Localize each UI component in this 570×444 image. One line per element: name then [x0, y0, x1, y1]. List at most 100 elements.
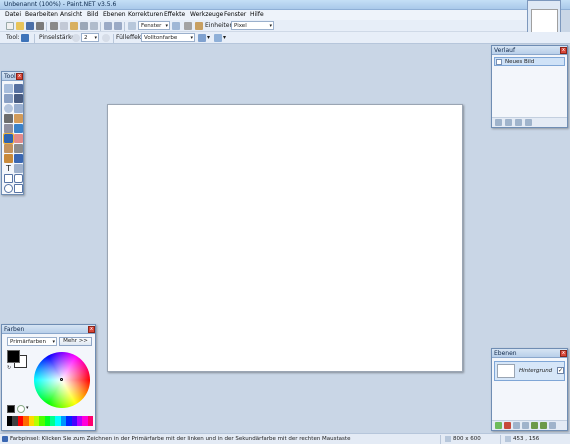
chevron-down-icon[interactable]: ▾: [207, 34, 210, 41]
palette-swatch[interactable]: [87, 416, 93, 426]
pan-icon[interactable]: [14, 114, 23, 123]
layers-panel: Ebenen x Hintergrund ✓: [491, 348, 568, 431]
palette-select-value: Primärfarben: [10, 339, 46, 345]
lasso-icon[interactable]: [4, 94, 13, 103]
close-icon[interactable]: x: [560, 47, 567, 54]
color-wheel[interactable]: [34, 352, 90, 408]
new-image-icon: [496, 59, 502, 65]
fill-select[interactable]: Volltonfarbe ▾: [141, 33, 195, 42]
rounded-rectangle-icon[interactable]: [14, 174, 23, 183]
ruler-icon[interactable]: [195, 22, 203, 30]
swap-colors-icon[interactable]: ↻: [7, 365, 11, 371]
rectangle-select-icon[interactable]: [4, 84, 13, 93]
increase-icon[interactable]: [102, 34, 110, 42]
blend-mode-icon[interactable]: [214, 34, 222, 42]
menu-korrekturen[interactable]: Korrekturen: [128, 11, 163, 18]
duplicate-layer-icon[interactable]: [513, 422, 520, 429]
color-palette-strip[interactable]: [7, 416, 93, 426]
palette-select[interactable]: Primärfarben ▾: [7, 337, 57, 346]
line-curve-icon[interactable]: [14, 164, 23, 173]
units-select[interactable]: Pixel ▾: [231, 21, 274, 30]
move-selection-icon[interactable]: [14, 84, 23, 93]
text-icon[interactable]: T: [4, 164, 13, 173]
move-layer-up-icon[interactable]: [531, 422, 538, 429]
zoom-select[interactable]: Fenster ▾: [138, 21, 170, 30]
image-canvas[interactable]: [107, 104, 463, 372]
menu-effekte[interactable]: Effekte: [164, 11, 185, 18]
close-icon[interactable]: x: [88, 326, 95, 333]
black-swatch[interactable]: [7, 405, 15, 413]
close-icon[interactable]: x: [560, 350, 567, 357]
color-picker-icon[interactable]: [14, 144, 23, 153]
eraser-icon[interactable]: [14, 134, 23, 143]
redo-icon[interactable]: [515, 119, 522, 126]
open-folder-icon[interactable]: [16, 22, 24, 30]
menu-bearbeiten[interactable]: Bearbeiten: [25, 11, 58, 18]
title-bar: Unbenannt (100%) - Paint.NET v3.5.6: [0, 0, 570, 10]
menu-hilfe[interactable]: Hilfe: [250, 11, 264, 18]
more-colors-button[interactable]: Mehr >>: [59, 337, 92, 346]
undo-icon[interactable]: [505, 119, 512, 126]
menu-datei[interactable]: Datei: [5, 11, 21, 18]
brush-width-value: 2: [84, 35, 88, 41]
brush-width-select[interactable]: 2 ▾: [81, 33, 99, 42]
paintbrush-tool-icon[interactable]: [21, 34, 29, 42]
gradient-icon[interactable]: [14, 124, 23, 133]
paste-icon[interactable]: [70, 22, 78, 30]
layer-name: Hintergrund: [519, 368, 553, 374]
chevron-down-icon[interactable]: ▾: [223, 34, 226, 41]
freeform-shape-icon[interactable]: [14, 184, 23, 193]
save-icon[interactable]: [26, 22, 34, 30]
ellipse-icon[interactable]: [4, 184, 13, 193]
move-pixels-icon[interactable]: [14, 94, 23, 103]
layers-panel-header[interactable]: Ebenen x: [492, 349, 567, 358]
zoom-icon[interactable]: [128, 22, 136, 30]
menu-bar: Datei Bearbeiten Ansicht Bild Ebenen Kor…: [0, 10, 527, 20]
history-item[interactable]: Neues Bild: [494, 57, 565, 66]
add-layer-icon[interactable]: [495, 422, 502, 429]
fast-forward-icon[interactable]: [525, 119, 532, 126]
zoom-tool-icon[interactable]: [14, 104, 23, 113]
redo-icon[interactable]: [114, 22, 122, 30]
menu-fenster[interactable]: Fenster: [224, 11, 246, 18]
paint-bucket-icon[interactable]: [4, 124, 13, 133]
primary-color-swatch[interactable]: [7, 350, 20, 363]
layer-thumbnail: [497, 364, 515, 378]
rewind-icon[interactable]: [495, 119, 502, 126]
merge-layer-icon[interactable]: [522, 422, 529, 429]
cut-icon[interactable]: [50, 22, 58, 30]
clone-stamp-icon[interactable]: [4, 154, 13, 163]
pencil-icon[interactable]: [4, 144, 13, 153]
delete-layer-icon[interactable]: [504, 422, 511, 429]
copy-icon[interactable]: [60, 22, 68, 30]
recolor-icon[interactable]: [14, 154, 23, 163]
move-layer-down-icon[interactable]: [540, 422, 547, 429]
zoom-fit-icon[interactable]: [172, 22, 180, 30]
chevron-down-icon[interactable]: ▾: [26, 405, 29, 411]
tools-panel-header[interactable]: Tools x: [2, 72, 23, 81]
close-icon[interactable]: x: [16, 73, 23, 80]
history-panel-header[interactable]: Verlauf x: [492, 46, 567, 55]
separator: [500, 435, 501, 444]
menu-ebenen[interactable]: Ebenen: [103, 11, 126, 18]
palette-options-icon[interactable]: [17, 405, 25, 413]
layer-visibility-checkbox[interactable]: ✓: [557, 367, 564, 374]
paintbrush-icon[interactable]: [3, 133, 14, 144]
new-file-icon[interactable]: [6, 22, 14, 30]
print-icon[interactable]: [36, 22, 44, 30]
menu-bild[interactable]: Bild: [87, 11, 98, 18]
colors-panel-header[interactable]: Farben x: [2, 325, 95, 334]
antialias-icon[interactable]: [198, 34, 206, 42]
grid-icon[interactable]: [184, 22, 192, 30]
deselect-icon[interactable]: [90, 22, 98, 30]
rectangle-icon[interactable]: [4, 174, 13, 183]
undo-icon[interactable]: [104, 22, 112, 30]
menu-ansicht[interactable]: Ansicht: [60, 11, 82, 18]
crop-icon[interactable]: [80, 22, 88, 30]
layer-row[interactable]: Hintergrund ✓: [494, 361, 565, 381]
decrease-icon[interactable]: [72, 34, 80, 42]
layer-properties-icon[interactable]: [549, 422, 556, 429]
magic-wand-icon[interactable]: [4, 114, 13, 123]
ellipse-select-icon[interactable]: [4, 104, 13, 113]
menu-werkzeuge[interactable]: Werkzeuge: [190, 11, 223, 18]
